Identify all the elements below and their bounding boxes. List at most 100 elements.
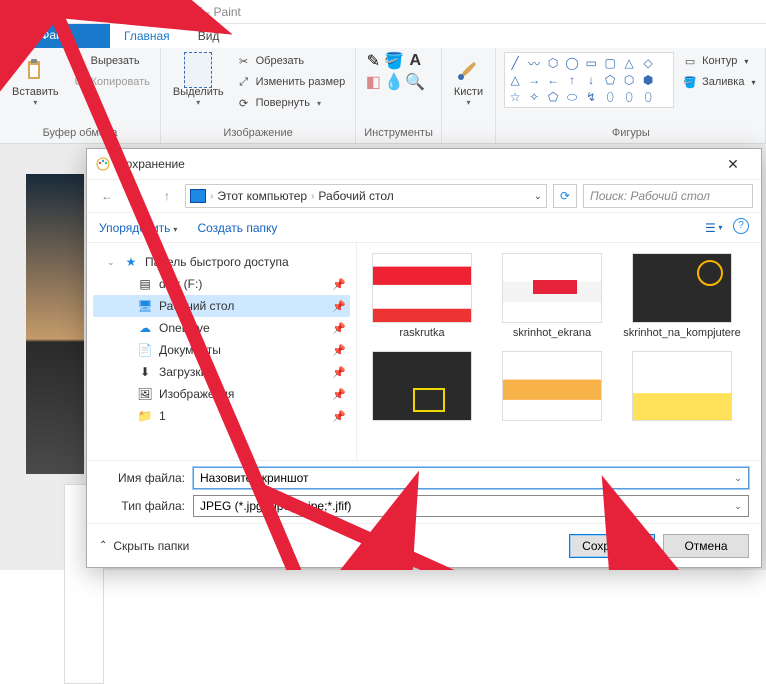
search-input[interactable]: Поиск: Рабочий стол [583, 184, 753, 208]
caret-down-icon: ▾ [744, 57, 748, 66]
cut-label: Вырезать [91, 55, 140, 67]
outline-label: Контур [702, 55, 737, 67]
redo-icon[interactable] [72, 4, 88, 20]
picker-icon[interactable]: 💧 [385, 73, 403, 91]
tab-home[interactable]: Главная [110, 24, 184, 48]
organize-button[interactable]: Упорядочить▾ [99, 221, 177, 235]
chevron-right-icon: › [210, 191, 213, 202]
paste-label: Вставить [12, 86, 59, 98]
save-button[interactable]: Сохранить [569, 534, 655, 558]
paint-icon [6, 4, 22, 20]
folder-tree: ⌄★Панель быстрого доступа ▤disk (F:)📌 🖥Р… [87, 243, 357, 460]
search-placeholder: Поиск: Рабочий стол [590, 189, 710, 203]
hide-folders-button[interactable]: ⌃Скрыть папки [99, 539, 189, 553]
file-item[interactable] [627, 351, 737, 425]
pin-icon: 📌 [332, 300, 346, 313]
filename-input[interactable]: Назовите скриншот ⌄ [193, 467, 749, 489]
tree-label: Загрузки [159, 365, 207, 379]
file-name: raskrutka [399, 327, 444, 339]
tree-quick-access[interactable]: ⌄★Панель быстрого доступа [93, 251, 350, 273]
undo-icon[interactable] [50, 4, 66, 20]
outline-button[interactable]: ▭Контур▾ [680, 52, 757, 70]
tab-file[interactable]: Файл [0, 24, 110, 48]
tree-onedrive[interactable]: ☁OneDrive📌 [93, 317, 350, 339]
pin-icon: 📌 [332, 388, 346, 401]
back-button[interactable]: ← [95, 184, 119, 208]
tools-grid: ✎ 🪣 A ◧ 💧 🔍 [364, 52, 424, 91]
save-dialog: Сохранение ✕ ← → ↑ › Этот компьютер › Ра… [86, 148, 762, 568]
dialog-footer: ⌃Скрыть папки Сохранить Отмена [87, 523, 761, 567]
bucket-icon[interactable]: 🪣 [385, 52, 403, 70]
view-button[interactable]: ☰▾ [705, 218, 725, 238]
dropdown-icon[interactable]: ⌄ [730, 470, 746, 486]
refresh-button[interactable]: ⟳ [553, 184, 577, 208]
tree-desktop[interactable]: 🖥Рабочий стол📌 [93, 295, 350, 317]
save-icon[interactable] [28, 4, 44, 20]
qat-customize-icon[interactable]: ▾ [94, 4, 110, 20]
group-brushes-label [450, 125, 487, 141]
tree-disk[interactable]: ▤disk (F:)📌 [93, 273, 350, 295]
file-item[interactable]: raskrutka [367, 253, 477, 339]
dialog-titlebar: Сохранение ✕ [87, 149, 761, 179]
pencil-icon[interactable]: ✎ [364, 52, 382, 70]
filetype-value: JPEG (*.jpg;*.jpeg;*.jpe;*.jfif) [200, 499, 351, 513]
file-item[interactable]: skrinhot_na_kompjutere [627, 253, 737, 339]
caret-down-icon: ▾ [751, 78, 755, 87]
breadcrumb[interactable]: › Этот компьютер › Рабочий стол ⌄ [185, 184, 547, 208]
tree-folder-1[interactable]: 📁1📌 [93, 405, 350, 427]
chevron-right-icon: › [311, 191, 314, 202]
download-icon: ⬇ [137, 364, 153, 380]
dialog-toolbar: Упорядочить▾ Создать папку ☰▾ ? [87, 213, 761, 243]
pictures-icon: 🖼 [137, 386, 153, 402]
group-tools-label: Инструменты [364, 125, 433, 141]
dialog-title: Сохранение [117, 157, 185, 171]
tree-label: Рабочий стол [159, 299, 234, 313]
tree-documents[interactable]: 📄Документы📌 [93, 339, 350, 361]
text-icon[interactable]: A [406, 52, 424, 70]
dropdown-icon[interactable]: ⌄ [730, 498, 746, 514]
rotate-button[interactable]: ⟳Повернуть▾ [234, 94, 348, 112]
eraser-icon[interactable]: ◧ [364, 73, 382, 91]
crop-button[interactable]: ✂Обрезать [234, 52, 348, 70]
quick-access-toolbar: ▾ [0, 4, 116, 20]
fill-button[interactable]: 🪣Заливка▾ [680, 73, 757, 91]
forward-button[interactable]: → [125, 184, 149, 208]
shapes-gallery[interactable]: ╱〰⬡◯▭▢△◇ △→←↑↓⬠⬡⬢ ☆✧⬠⬭↯⬯⬯⬯ [504, 52, 674, 108]
filetype-label: Тип файла: [99, 499, 185, 513]
group-tools: ✎ 🪣 A ◧ 💧 🔍 Инструменты [356, 48, 442, 143]
crumb-desktop[interactable]: Рабочий стол [318, 189, 393, 203]
thumbnail [632, 253, 732, 323]
tree-pictures[interactable]: 🖼Изображения📌 [93, 383, 350, 405]
canvas-image [26, 174, 84, 474]
tab-view[interactable]: Вид [184, 24, 234, 48]
cancel-button[interactable]: Отмена [663, 534, 749, 558]
zoom-icon[interactable]: 🔍 [406, 73, 424, 91]
file-item[interactable] [497, 351, 607, 425]
dropdown-icon[interactable]: ⌄ [534, 191, 542, 202]
newfolder-button[interactable]: Создать папку [197, 221, 277, 235]
tree-downloads[interactable]: ⬇Загрузки📌 [93, 361, 350, 383]
paste-button[interactable]: Вставить ▾ [8, 52, 63, 111]
filetype-select[interactable]: JPEG (*.jpg;*.jpeg;*.jpe;*.jfif) ⌄ [193, 495, 749, 517]
copy-button[interactable]: ⧉Копировать [69, 73, 152, 91]
crumb-pc[interactable]: Этот компьютер [217, 189, 307, 203]
folder-icon: 📁 [137, 408, 153, 424]
pin-icon: 📌 [332, 322, 346, 335]
file-name: skrinhot_ekrana [513, 327, 591, 339]
close-button[interactable]: ✕ [713, 156, 753, 173]
rotate-label: Повернуть [256, 97, 310, 109]
cut-button[interactable]: ✂Вырезать [69, 52, 152, 70]
select-button[interactable]: Выделить ▾ [169, 52, 228, 111]
group-clipboard: Вставить ▾ ✂Вырезать ⧉Копировать Буфер о… [0, 48, 161, 143]
file-item[interactable]: skrinhot_ekrana [497, 253, 607, 339]
help-button[interactable]: ? [733, 218, 749, 234]
brushes-button[interactable]: Кисти ▾ [450, 52, 487, 111]
up-button[interactable]: ↑ [155, 184, 179, 208]
resize-button[interactable]: ⤢Изменить размер [234, 73, 348, 91]
group-clipboard-label: Буфер обмена [8, 125, 152, 141]
file-item[interactable] [367, 351, 477, 425]
newfolder-label: Создать папку [197, 221, 277, 235]
filename-value: Назовите скриншот [200, 471, 308, 485]
thumbnail [372, 351, 472, 421]
hide-folders-label: Скрыть папки [113, 539, 189, 553]
